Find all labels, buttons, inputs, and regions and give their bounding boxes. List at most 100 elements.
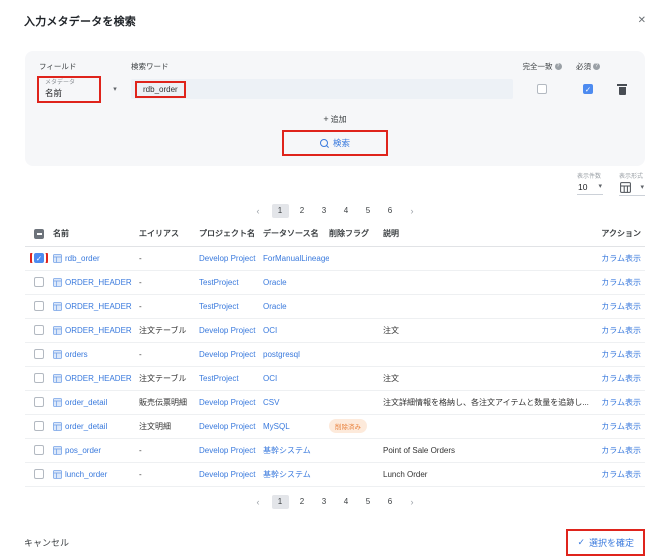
metadata-name-link[interactable]: orders (53, 350, 139, 359)
alias-cell: - (139, 302, 199, 311)
datasource-link[interactable]: MySQL (263, 422, 329, 431)
row-checkbox[interactable] (34, 421, 44, 431)
metadata-name: order_detail (65, 422, 107, 431)
datasource-link[interactable]: OCI (263, 326, 329, 335)
metadata-name-link[interactable]: ORDER_HEADER (53, 302, 139, 311)
table-row: ORDER_HEADER-TestProjectOracle カラム表示 (25, 271, 645, 295)
description-cell: 注文詳細情報を格納し、各注文アイテムと数量を追跡し...i (383, 397, 589, 408)
help-icon[interactable]: ? (555, 63, 562, 70)
row-checkbox[interactable] (34, 325, 44, 335)
datasource-link[interactable]: Oracle (263, 278, 329, 287)
alias-cell: - (139, 278, 199, 287)
project-link[interactable]: Develop Project (199, 446, 263, 455)
column-view-link[interactable]: カラム表示 (589, 373, 645, 384)
help-icon[interactable]: ? (593, 63, 600, 70)
metadata-name: ORDER_HEADER (65, 278, 132, 287)
project-link[interactable]: Develop Project (199, 254, 263, 263)
column-view-link[interactable]: カラム表示 (589, 349, 645, 360)
page-5[interactable]: 5 (360, 204, 377, 218)
pagination-top: ‹ 123456 › (0, 204, 670, 218)
column-view-link[interactable]: カラム表示 (589, 469, 645, 480)
page-prev[interactable]: ‹ (250, 204, 267, 218)
row-checkbox[interactable] (34, 349, 44, 359)
datasource-link[interactable]: 基幹システム (263, 469, 329, 480)
page-2[interactable]: 2 (294, 495, 311, 509)
metadata-name-link[interactable]: pos_order (53, 446, 139, 455)
col-header-alias: エイリアス (139, 228, 199, 239)
row-checkbox[interactable] (34, 301, 44, 311)
project-link[interactable]: Develop Project (199, 470, 263, 479)
chevron-down-icon[interactable]: ▾ (113, 86, 117, 93)
column-view-link[interactable]: カラム表示 (589, 421, 645, 432)
page-prev[interactable]: ‹ (250, 495, 267, 509)
col-header-name: 名前 (53, 228, 139, 239)
trash-icon[interactable] (619, 87, 626, 95)
page-size-select[interactable]: 10 ▾ (577, 181, 603, 195)
exact-match-checkbox[interactable] (537, 84, 547, 94)
search-button[interactable]: 検索 (284, 132, 386, 154)
page-4[interactable]: 4 (338, 204, 355, 218)
project-link[interactable]: TestProject (199, 302, 263, 311)
datasource-link[interactable]: 基幹システム (263, 445, 329, 456)
page-3[interactable]: 3 (316, 495, 333, 509)
search-panel: フィールド 検索ワード 完全一致 ? 必須 ? メタデータ 名前 ▾ rdb_o… (25, 51, 645, 166)
project-link[interactable]: TestProject (199, 374, 263, 383)
row-checkbox[interactable] (34, 469, 44, 479)
metadata-name-link[interactable]: lunch_order (53, 470, 139, 479)
metadata-name-link[interactable]: rdb_order (53, 254, 139, 263)
datasource-link[interactable]: postgresql (263, 350, 329, 359)
row-checkbox[interactable] (34, 445, 44, 455)
pagination-bottom: ‹ 123456 › (0, 495, 670, 509)
metadata-name-link[interactable]: ORDER_HEADER (53, 374, 139, 383)
metadata-table: 名前 エイリアス プロジェクト名 データソース名 削除フラグ 説明 アクション … (25, 222, 645, 487)
datasource-link[interactable]: Oracle (263, 302, 329, 311)
page-next[interactable]: › (404, 204, 421, 218)
page-6[interactable]: 6 (382, 204, 399, 218)
project-link[interactable]: Develop Project (199, 398, 263, 407)
project-link[interactable]: Develop Project (199, 350, 263, 359)
display-format-select[interactable]: ▾ (619, 181, 645, 196)
page-3[interactable]: 3 (316, 204, 333, 218)
page-5[interactable]: 5 (360, 495, 377, 509)
select-all-checkbox[interactable] (34, 229, 44, 239)
page-1[interactable]: 1 (272, 495, 289, 509)
table-view-icon (620, 182, 631, 193)
field-label: フィールド (39, 61, 123, 72)
project-link[interactable]: TestProject (199, 278, 263, 287)
page-1[interactable]: 1 (272, 204, 289, 218)
table-row: order_detail販売伝票明細Develop ProjectCSV注文詳細… (25, 391, 645, 415)
cancel-button[interactable]: キャンセル (24, 536, 69, 549)
page-6[interactable]: 6 (382, 495, 399, 509)
required-checkbox[interactable] (583, 84, 593, 94)
field-select[interactable]: メタデータ 名前 (39, 78, 99, 101)
metadata-name-link[interactable]: order_detail (53, 422, 139, 431)
row-checkbox[interactable] (34, 373, 44, 383)
close-icon[interactable]: ✕ (638, 16, 646, 26)
column-view-link[interactable]: カラム表示 (589, 325, 645, 336)
column-view-link[interactable]: カラム表示 (589, 397, 645, 408)
col-header-action: アクション (589, 228, 645, 239)
column-view-link[interactable]: カラム表示 (589, 301, 645, 312)
project-link[interactable]: Develop Project (199, 326, 263, 335)
datasource-link[interactable]: CSV (263, 398, 329, 407)
confirm-selection-button[interactable]: ✓ 選択を確定 (568, 531, 643, 554)
add-condition-button[interactable]: +追加 (323, 115, 346, 124)
table-row: ORDER_HEADER注文テーブルTestProjectOCI注文カラム表示 (25, 367, 645, 391)
column-view-link[interactable]: カラム表示 (589, 445, 645, 456)
keyword-input[interactable]: rdb_order (131, 79, 513, 99)
row-checkbox[interactable] (34, 277, 44, 287)
page-4[interactable]: 4 (338, 495, 355, 509)
metadata-name-link[interactable]: order_detail (53, 398, 139, 407)
datasource-link[interactable]: ForManualLineage (263, 254, 329, 263)
page-next[interactable]: › (404, 495, 421, 509)
row-checkbox[interactable] (34, 397, 44, 407)
project-link[interactable]: Develop Project (199, 422, 263, 431)
metadata-name-link[interactable]: ORDER_HEADER (53, 326, 139, 335)
row-checkbox[interactable] (34, 253, 44, 263)
page-2[interactable]: 2 (294, 204, 311, 218)
datasource-link[interactable]: OCI (263, 374, 329, 383)
column-view-link[interactable]: カラム表示 (589, 253, 645, 264)
table-icon (53, 422, 62, 431)
metadata-name-link[interactable]: ORDER_HEADER (53, 278, 139, 287)
column-view-link[interactable]: カラム表示 (589, 277, 645, 288)
